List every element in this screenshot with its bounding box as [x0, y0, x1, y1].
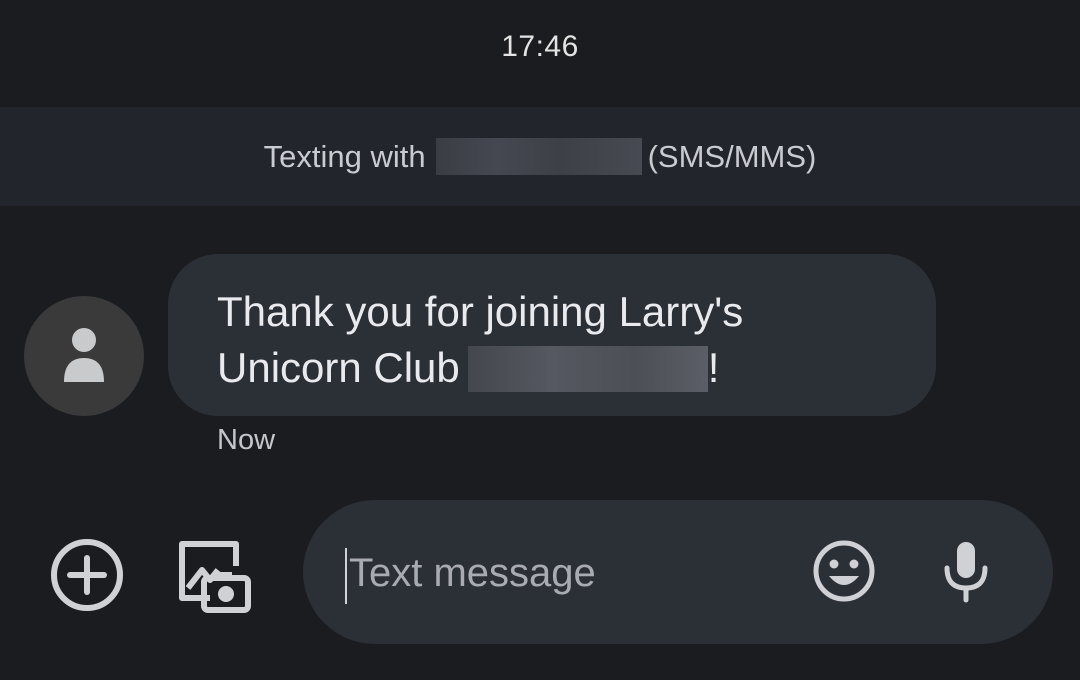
message-line-2-prefix: Unicorn Club — [217, 344, 460, 391]
avatar[interactable] — [24, 296, 144, 416]
message-line-1: Thank you for joining Larry's — [217, 288, 744, 335]
add-circle-icon — [51, 539, 123, 611]
message-timestamp: Now — [217, 424, 276, 456]
add-button[interactable] — [48, 536, 126, 619]
emoji-button[interactable] — [811, 538, 877, 609]
redacted-contact-name — [435, 138, 642, 175]
message-line-2: Unicorn Club! — [217, 340, 888, 396]
message-bubble[interactable]: Thank you for joining Larry's Unicorn Cl… — [168, 254, 936, 416]
gallery-camera-button[interactable] — [174, 536, 254, 621]
compose-bar[interactable]: Text message — [303, 500, 1053, 644]
emoji-icon — [813, 540, 875, 602]
banner-prefix: Texting with — [263, 138, 426, 174]
text-message-input[interactable]: Text message — [345, 548, 596, 604]
microphone-icon — [944, 542, 988, 603]
message-line-2-suffix: ! — [707, 344, 720, 391]
conversation-screen: 17:46 Texting with (SMS/MMS) Thank you f… — [0, 0, 1080, 680]
banner-suffix: (SMS/MMS) — [647, 138, 817, 174]
person-icon — [64, 328, 104, 382]
redacted-text — [467, 346, 708, 392]
conversation-banner: Texting with (SMS/MMS) — [0, 107, 1080, 206]
status-bar-time: 17:46 — [501, 30, 579, 63]
voice-input-button[interactable] — [931, 538, 1001, 609]
photo-camera-icon — [179, 541, 251, 613]
